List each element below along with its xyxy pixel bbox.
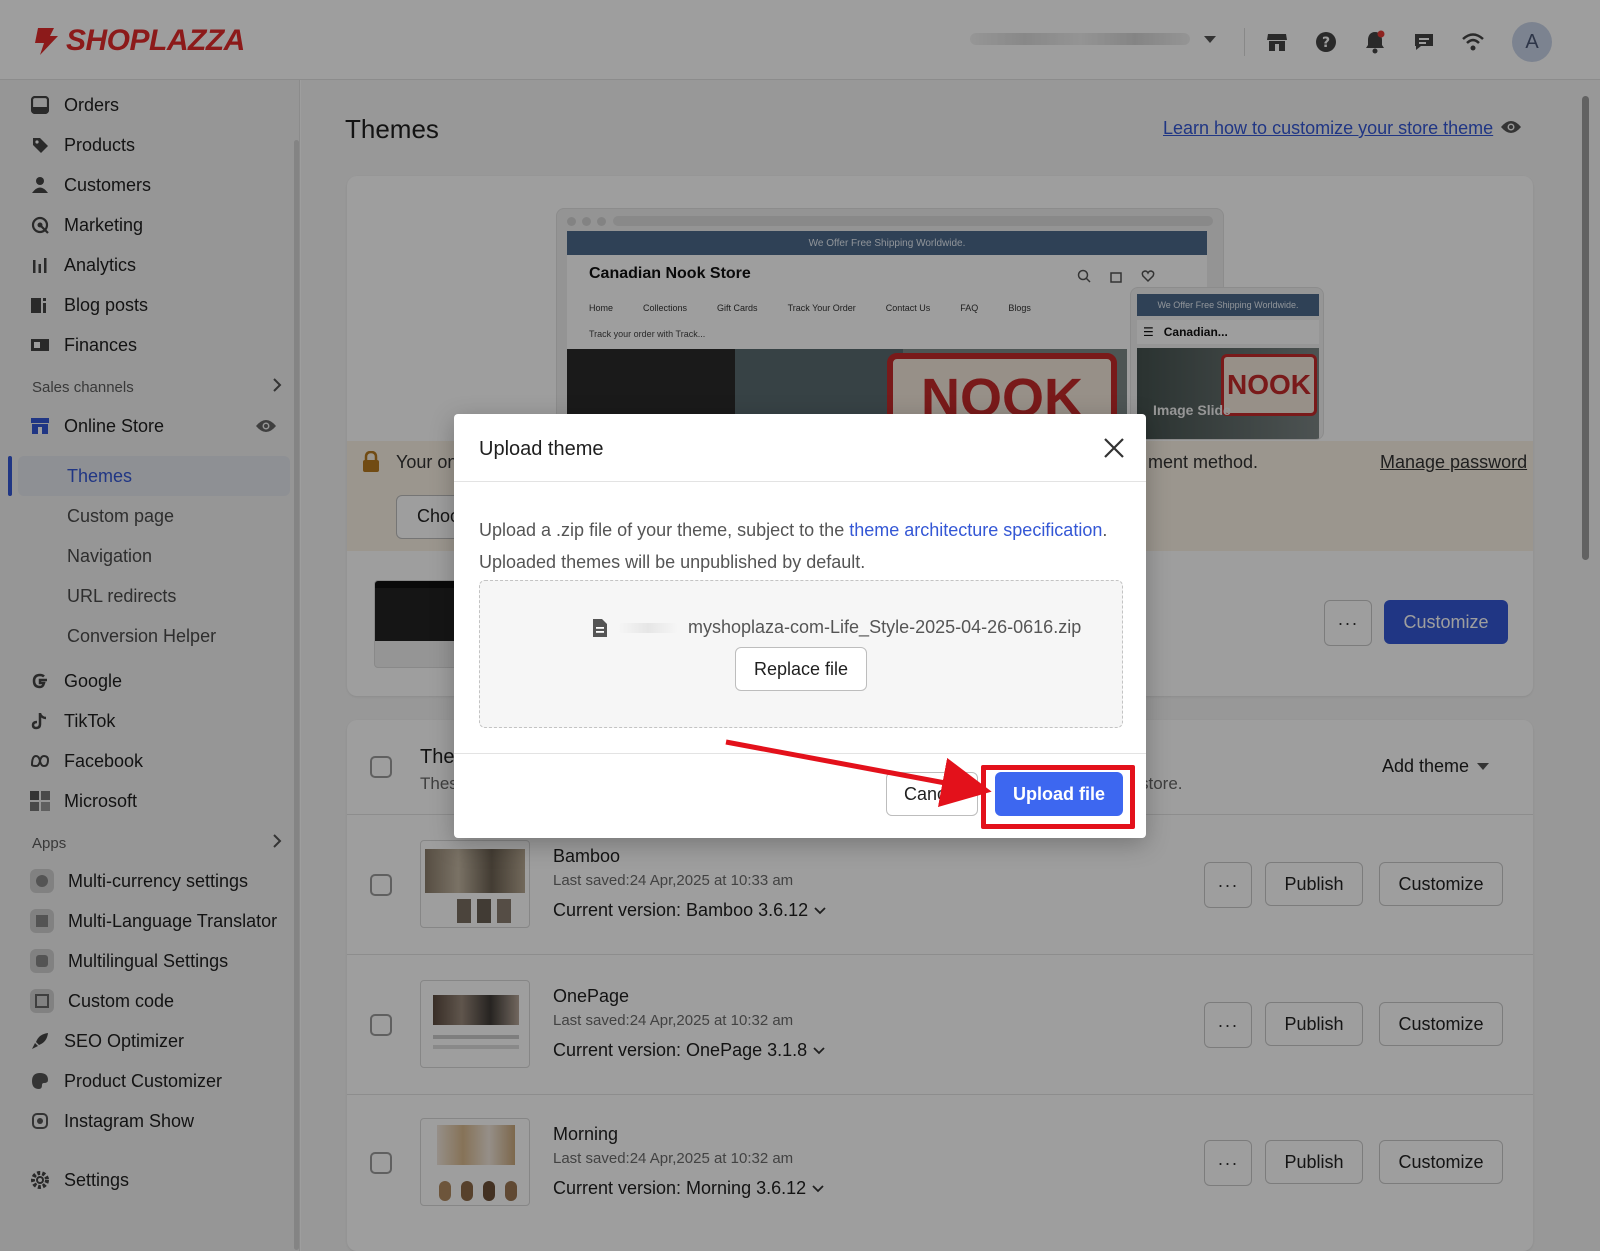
description-period: . (1102, 520, 1108, 540)
close-icon[interactable] (1100, 434, 1128, 462)
selected-file: myshoplaza-com-Life_Style-2025-04-26-061… (592, 617, 1081, 638)
description-text: Upload a .zip file of your theme, subjec… (479, 520, 850, 540)
file-name: myshoplaza-com-Life_Style-2025-04-26-061… (688, 617, 1082, 637)
cancel-button[interactable]: Cancel (886, 772, 978, 816)
dialog-description-line2: Uploaded themes will be unpublished by d… (479, 552, 866, 572)
dialog-title: Upload theme (479, 438, 604, 460)
file-dropzone[interactable]: myshoplaza-com-Life_Style-2025-04-26-061… (479, 580, 1123, 728)
upload-file-button[interactable]: Upload file (995, 772, 1123, 816)
theme-architecture-link[interactable]: theme architecture specification (849, 520, 1102, 540)
replace-file-button[interactable]: Replace file (735, 647, 867, 691)
dialog-description: Upload a .zip file of your theme, subjec… (479, 514, 1129, 578)
dialog-header: Upload theme (454, 414, 1146, 482)
upload-theme-dialog: Upload theme Upload a .zip file of your … (454, 414, 1146, 838)
dialog-description-line1: Upload a .zip file of your theme, subjec… (479, 514, 1129, 546)
dialog-footer-divider (454, 753, 1146, 754)
file-icon (593, 618, 607, 637)
file-name-blurred-prefix (618, 622, 678, 633)
